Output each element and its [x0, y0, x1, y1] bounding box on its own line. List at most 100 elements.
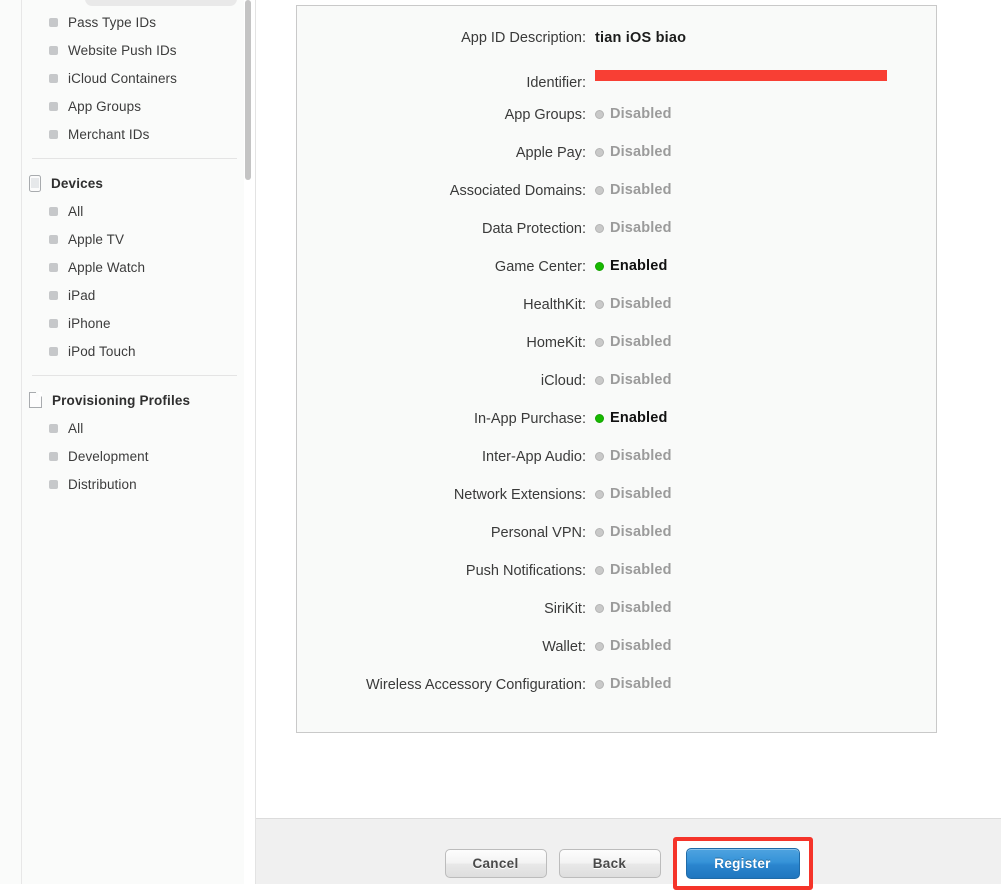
sidebar-item-distribution[interactable]: Distribution: [23, 470, 244, 498]
status-badge: Disabled: [595, 296, 672, 312]
bullet-icon: [49, 101, 58, 111]
status-dot-disabled-icon: [595, 565, 604, 575]
cancel-button[interactable]: Cancel: [444, 849, 547, 878]
status-text: Disabled: [610, 600, 672, 616]
status-dot-disabled-icon: [595, 451, 604, 461]
bullet-icon: [49, 451, 58, 461]
field-value: Disabled: [595, 600, 936, 616]
status-dot-disabled-icon: [595, 109, 604, 119]
status-badge: Disabled: [595, 486, 672, 502]
sidebar-item-all[interactable]: All: [23, 197, 244, 225]
status-dot-enabled-icon: [595, 261, 604, 271]
sidebar-item-label: App Groups: [68, 98, 142, 114]
sidebar-scrollbar-thumb[interactable]: [245, 0, 251, 180]
sidebar-item-ipod-touch[interactable]: iPod Touch: [23, 337, 244, 365]
app-id-field-list: App ID Description: tian iOS biao Identifi…: [297, 30, 936, 714]
status-dot-disabled-icon: [595, 641, 604, 651]
sidebar-item-apple-tv[interactable]: Apple TV: [23, 225, 244, 253]
field-label: Data Protection:: [482, 220, 586, 237]
status-badge: Disabled: [595, 334, 672, 350]
field-label: Apple Pay:: [515, 144, 586, 161]
field-label: Inter-App Audio:: [482, 448, 586, 465]
sidebar-item-iphone[interactable]: iPhone: [23, 309, 244, 337]
sidebar-divider: [32, 158, 237, 159]
sidebar-group-label: Devices: [51, 175, 104, 191]
bullet-icon: [49, 73, 58, 83]
field-row: Inter-App Audio: Disabled: [297, 448, 936, 486]
sidebar-item-apple-watch[interactable]: Apple Watch: [23, 253, 244, 281]
sidebar-item-label: All: [68, 420, 84, 436]
sidebar-item-label: Pass Type IDs: [68, 14, 157, 30]
field-label: Network Extensions:: [453, 486, 586, 503]
status-badge: Disabled: [595, 372, 672, 388]
footer-action-bar: Cancel Back Register: [256, 818, 1001, 890]
sidebar: Pass Type IDs Website Push IDs iCloud Cont…: [0, 0, 244, 884]
sidebar-item-label: Distribution: [68, 476, 137, 492]
register-button[interactable]: Register: [685, 848, 800, 879]
status-text: Disabled: [610, 676, 672, 692]
bullet-icon: [49, 45, 58, 55]
field-value: Disabled: [595, 334, 936, 350]
status-badge: Disabled: [595, 144, 672, 160]
sidebar-item-ipad[interactable]: iPad: [23, 281, 244, 309]
status-badge: Enabled: [595, 410, 667, 426]
sidebar-item-app-groups[interactable]: App Groups: [23, 92, 244, 120]
back-button[interactable]: Back: [558, 849, 661, 878]
field-value: Disabled: [595, 372, 936, 388]
sidebar-item-development[interactable]: Development: [23, 442, 244, 470]
field-row: Apple Pay: Disabled: [297, 144, 936, 182]
field-value: Disabled: [595, 182, 936, 198]
field-value: Enabled: [595, 258, 936, 274]
sidebar-item-merchant-ids[interactable]: Merchant IDs: [23, 120, 244, 148]
bullet-icon: [49, 129, 58, 139]
field-label: HealthKit:: [523, 296, 586, 313]
field-label: Wireless Accessory Configuration:: [366, 676, 586, 693]
bullet-icon: [49, 318, 58, 328]
field-row: Push Notifications: Disabled: [297, 562, 936, 600]
field-value: [595, 68, 936, 87]
bullet-icon: [49, 17, 58, 27]
status-dot-disabled-icon: [595, 185, 604, 195]
status-dot-enabled-icon: [595, 413, 604, 423]
sidebar-group-provisioning-profiles[interactable]: Provisioning Profiles: [23, 386, 244, 414]
status-dot-disabled-icon: [595, 603, 604, 613]
sidebar-selected-pill[interactable]: [85, 0, 237, 6]
status-text: Disabled: [610, 144, 672, 160]
status-text: Disabled: [610, 562, 672, 578]
status-text: Disabled: [610, 182, 672, 198]
sidebar-item-label: iPhone: [68, 315, 111, 331]
sidebar-item-icloud-containers[interactable]: iCloud Containers: [23, 64, 244, 92]
status-text: Disabled: [610, 220, 672, 236]
redaction-bar: [595, 70, 887, 81]
field-row: Data Protection: Disabled: [297, 220, 936, 258]
field-value: Disabled: [595, 524, 936, 540]
status-badge: Disabled: [595, 106, 672, 122]
bullet-icon: [49, 206, 58, 216]
field-row: Wallet: Disabled: [297, 638, 936, 676]
app-id-confirmation-page: Pass Type IDs Website Push IDs iCloud Cont…: [0, 0, 1001, 890]
status-dot-disabled-icon: [595, 489, 604, 499]
document-icon: [29, 392, 42, 408]
sidebar-item-pass-type-ids[interactable]: Pass Type IDs: [23, 8, 244, 36]
field-row: SiriKit: Disabled: [297, 600, 936, 638]
field-row: Associated Domains: Disabled: [297, 182, 936, 220]
sidebar-gutter: [0, 0, 22, 884]
sidebar-group-devices[interactable]: Devices: [23, 169, 244, 197]
status-badge: Disabled: [595, 562, 672, 578]
status-dot-disabled-icon: [595, 679, 604, 689]
status-badge: Disabled: [595, 448, 672, 464]
sidebar-item-label: Development: [68, 448, 149, 464]
field-row: HomeKit: Disabled: [297, 334, 936, 372]
status-text: Disabled: [610, 486, 672, 502]
sidebar-item-all[interactable]: All: [23, 414, 244, 442]
register-button-highlight: Register: [672, 837, 813, 890]
status-text: Disabled: [610, 448, 672, 464]
identifier-redacted-value: [595, 68, 887, 87]
sidebar-item-label: All: [68, 203, 84, 219]
status-dot-disabled-icon: [595, 375, 604, 385]
field-row: App Groups: Disabled: [297, 106, 936, 144]
field-row: Identifier:: [297, 68, 936, 106]
sidebar-item-website-push-ids[interactable]: Website Push IDs: [23, 36, 244, 64]
field-label: Personal VPN:: [490, 524, 586, 541]
bullet-icon: [49, 346, 58, 356]
